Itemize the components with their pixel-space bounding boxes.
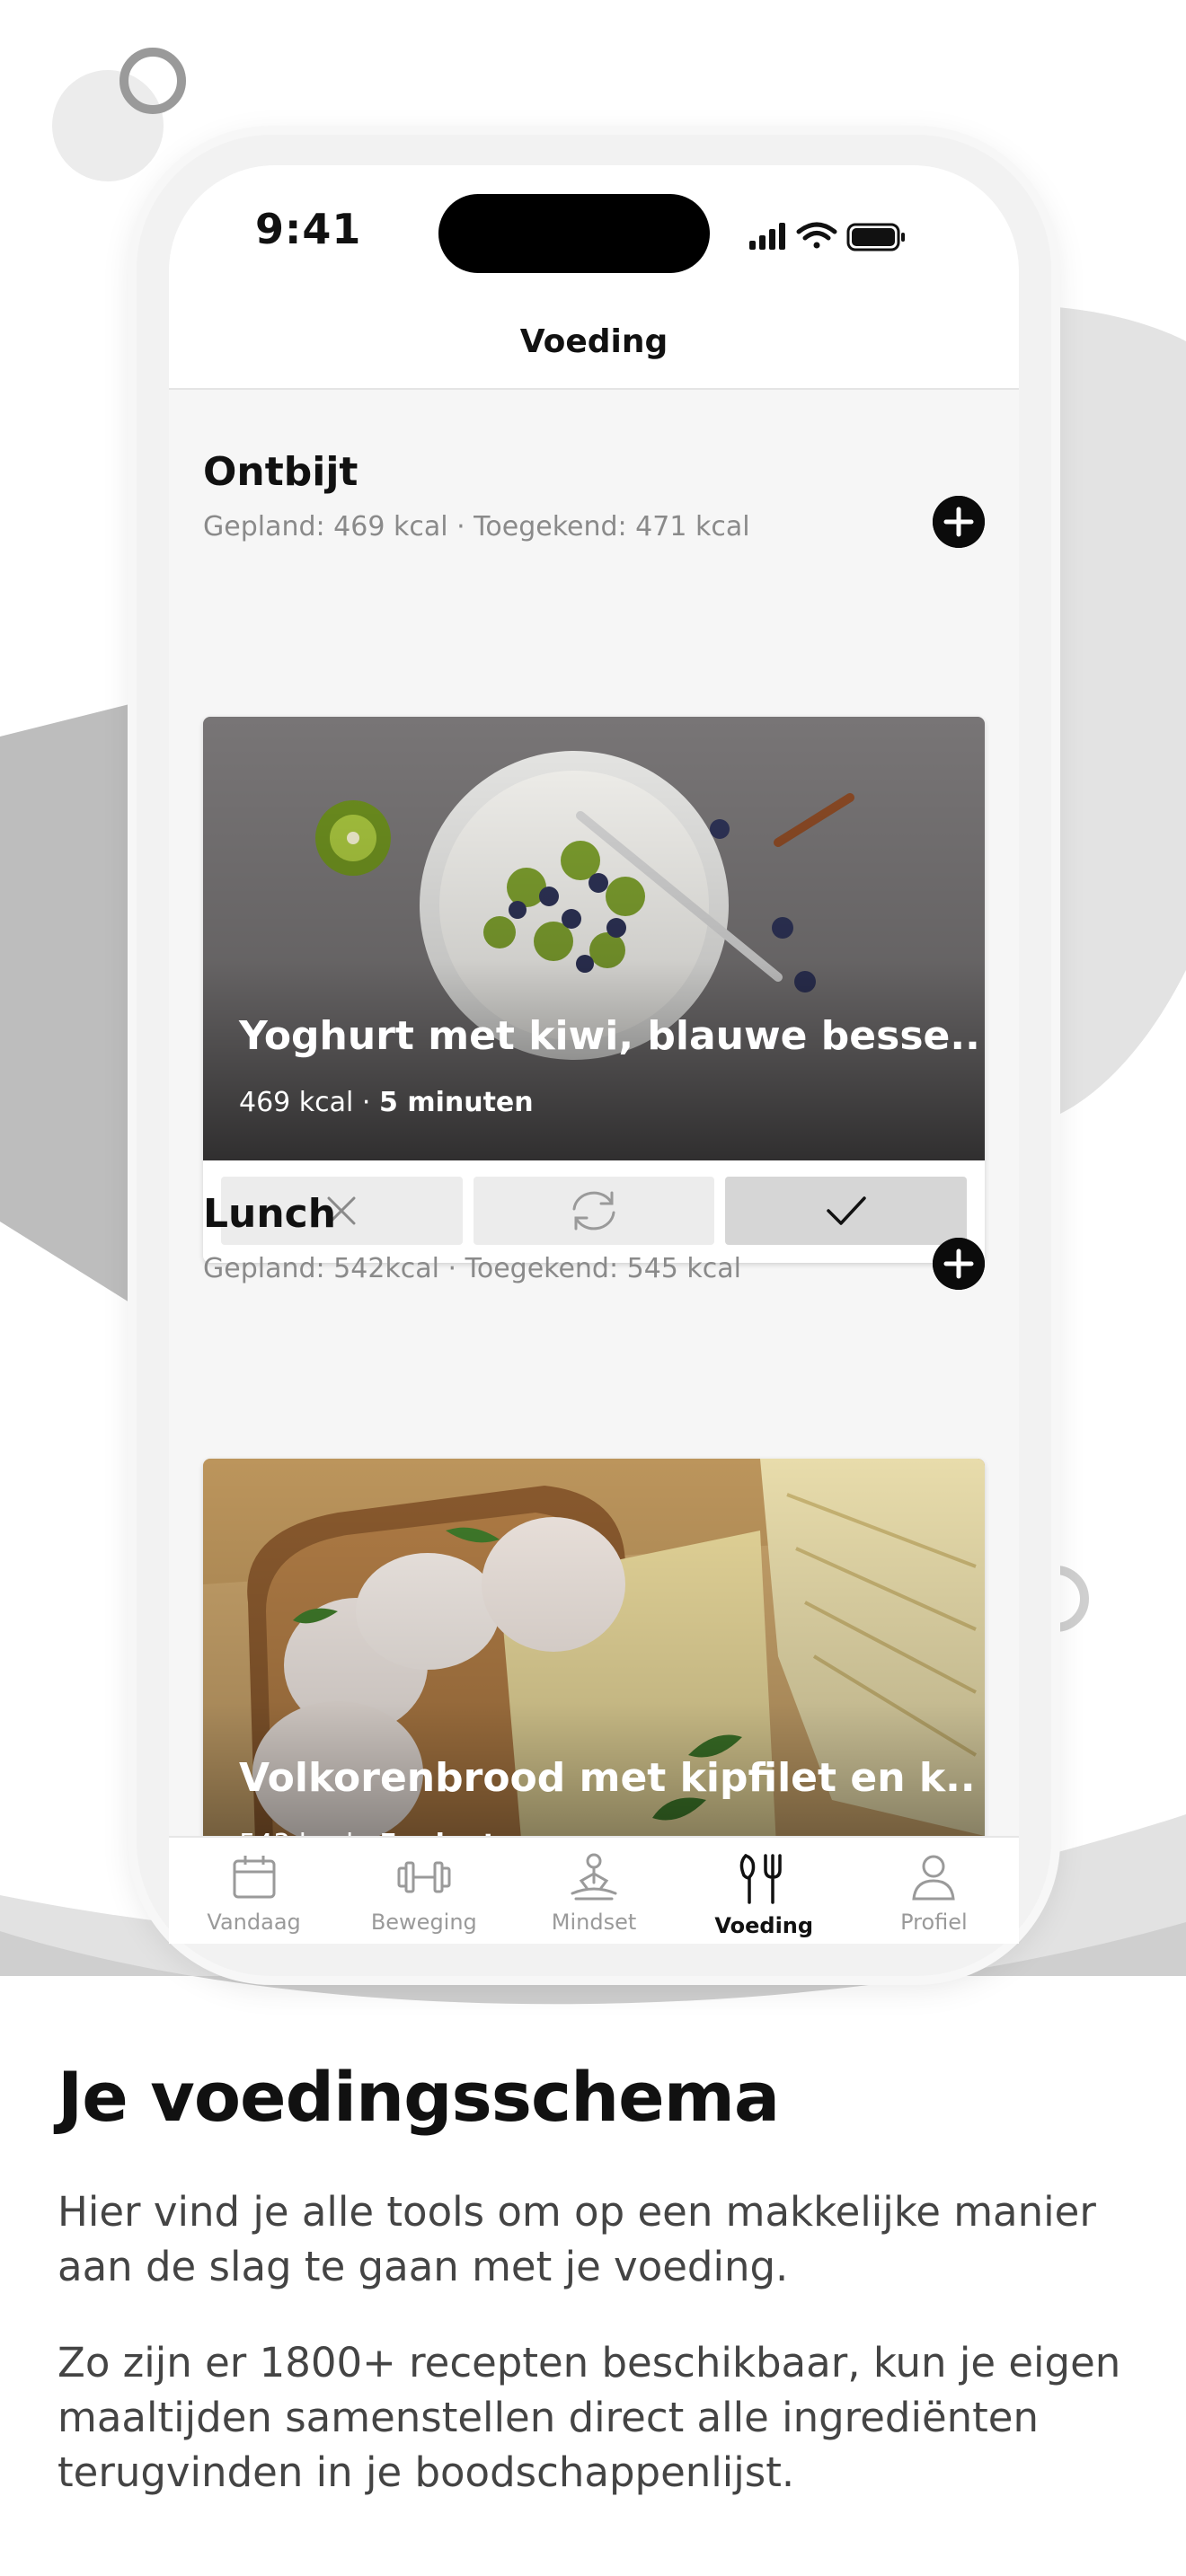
tab-label: Vandaag [207, 1910, 301, 1935]
recipe-title: Volkorenbrood met kipfilet en k.. [239, 1755, 976, 1801]
tab-mindset[interactable]: Mindset [509, 1838, 678, 1944]
meditation-icon [571, 1853, 617, 1901]
tab-bar: Vandaag Beweging Mindset Voeding Profiel [169, 1836, 1019, 1944]
tab-label: Voeding [714, 1913, 814, 1938]
phone-mockup: 9:41 Voeding Ontbijt Gepland: 469 kcal ·… [137, 135, 1051, 1976]
recipe-photo-yoghurt: Yoghurt met kiwi, blauwe besse.. 469 kca… [203, 717, 985, 1160]
screen-title: Voeding [519, 323, 668, 360]
plus-icon [933, 1238, 985, 1290]
dumbbell-icon [397, 1861, 451, 1893]
feature-headline: Je voedingsschema [58, 2057, 780, 2137]
fork-knife-icon [739, 1854, 782, 1904]
meal-list[interactable]: Ontbijt Gepland: 469 kcal · Toegekend: 4… [169, 390, 1019, 1836]
meal-calories-summary: Gepland: 469 kcal · Toegekend: 471 kcal [203, 511, 750, 543]
plus-icon [933, 496, 985, 548]
recipe-time: 5 minuten [379, 1087, 534, 1118]
add-meal-button[interactable] [933, 1238, 985, 1290]
phone-screen: 9:41 Voeding Ontbijt Gepland: 469 kcal ·… [169, 165, 1019, 1944]
tab-profiel[interactable]: Profiel [849, 1838, 1019, 1944]
wifi-icon [796, 222, 837, 249]
status-time: 9:41 [255, 205, 362, 253]
recipe-title: Yoghurt met kiwi, blauwe besse.. [239, 1013, 980, 1059]
add-meal-button[interactable] [933, 496, 985, 548]
tab-vandaag[interactable]: Vandaag [169, 1838, 339, 1944]
feature-description-2: Zo zijn er 1800+ recepten beschikbaar, k… [58, 2339, 1121, 2496]
meal-section-breakfast: Ontbijt Gepland: 469 kcal · Toegekend: 4… [203, 449, 985, 548]
tab-label: Mindset [551, 1910, 637, 1935]
dynamic-island [438, 194, 710, 273]
recipe-time: 5 minuten [379, 1829, 534, 1836]
tab-label: Beweging [370, 1910, 477, 1935]
recipe-card[interactable]: Volkorenbrood met kipfilet en k.. 543 kc… [203, 1459, 985, 1836]
profile-icon [912, 1855, 956, 1901]
recipe-card[interactable]: Yoghurt met kiwi, blauwe besse.. 469 kca… [203, 717, 985, 1263]
recipe-meta: 469 kcal · 5 minuten [239, 1087, 534, 1118]
status-icons [749, 217, 929, 257]
signal-icon [749, 223, 785, 250]
meal-title: Lunch [203, 1191, 337, 1237]
recipe-kcal: 543 kcal · [239, 1829, 379, 1836]
calendar-icon [233, 1856, 276, 1899]
recipe-kcal: 469 kcal · [239, 1087, 379, 1118]
tab-beweging[interactable]: Beweging [339, 1838, 509, 1944]
tab-label: Profiel [900, 1910, 968, 1935]
feature-description-1: Hier vind je alle tools om op een makkel… [58, 2188, 1096, 2290]
recipe-meta: 543 kcal · 5 minuten [239, 1829, 534, 1836]
recipe-photo-bread: Volkorenbrood met kipfilet en k.. 543 kc… [203, 1459, 985, 1836]
meal-title: Ontbijt [203, 449, 358, 495]
meal-section-lunch: Lunch Gepland: 542kcal · Toegekend: 545 … [203, 1191, 985, 1290]
status-bar: 9:41 [169, 165, 1019, 300]
tab-voeding[interactable]: Voeding [679, 1838, 849, 1944]
meal-calories-summary: Gepland: 542kcal · Toegekend: 545 kcal [203, 1253, 742, 1284]
battery-icon [846, 223, 905, 251]
